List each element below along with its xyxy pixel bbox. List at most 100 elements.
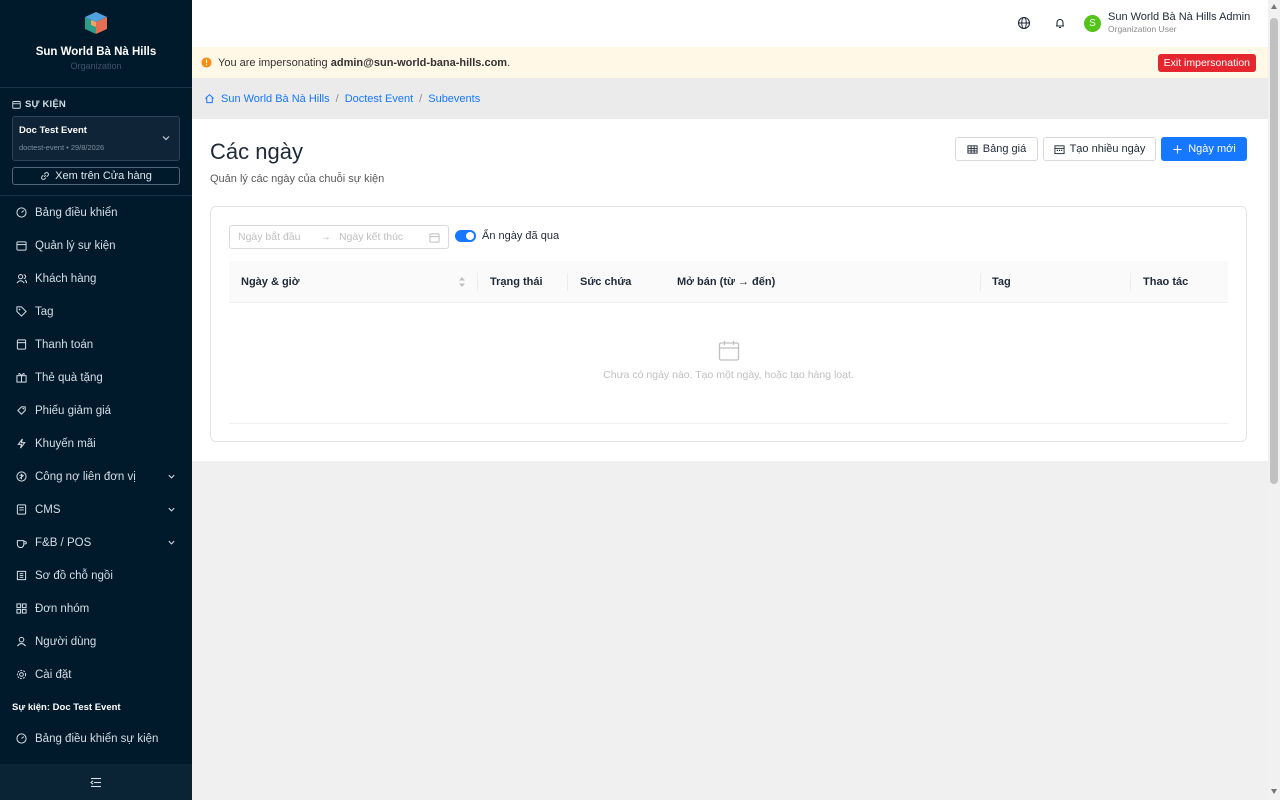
bulk-create-days-label: Tạo nhiều ngày xyxy=(1069,143,1146,155)
sidebar-item-fnb-pos[interactable]: F&B / POS xyxy=(0,526,192,559)
chevron-down-icon xyxy=(168,474,175,479)
link-icon xyxy=(41,172,50,180)
event-selector-meta: doctest-event • 29/8/2026 xyxy=(19,143,105,152)
section-label: SỰ KIỆN xyxy=(12,99,66,110)
calendar-grid-icon xyxy=(1054,144,1065,154)
sidebar-item-label: Khách hàng xyxy=(35,272,97,285)
column-date-time[interactable]: Ngày & giờ xyxy=(241,261,481,303)
home-icon[interactable] xyxy=(204,93,215,104)
view-in-store-label: Xem trên Cửa hàng xyxy=(55,170,152,182)
breadcrumb-organization[interactable]: Sun World Bà Nà Hills xyxy=(221,93,330,105)
sidebar-item-group-orders[interactable]: Đơn nhóm xyxy=(0,592,192,625)
sidebar-item-dashboard[interactable]: Bảng điều khiển xyxy=(0,196,192,229)
users-icon xyxy=(16,274,27,284)
empty-state: Chưa có ngày nào. Tạo một ngày, hoặc tạo… xyxy=(229,303,1228,424)
cms-icon xyxy=(16,504,27,515)
sidebar-item-seat-map[interactable]: Sơ đồ chỗ ngồi xyxy=(0,559,192,592)
sidebar: Sun World Bà Nà Hills Organization SỰ KI… xyxy=(0,0,192,800)
calendar-icon xyxy=(16,241,27,251)
hide-past-days-control: Ẩn ngày đã qua xyxy=(455,230,559,242)
sidebar-item-label: Người dùng xyxy=(35,635,97,648)
sidebar-collapse-button[interactable] xyxy=(0,764,192,800)
settings-icon xyxy=(16,669,27,680)
hide-past-days-toggle[interactable] xyxy=(455,230,476,242)
bulk-create-days-button[interactable]: Tạo nhiều ngày xyxy=(1043,137,1156,161)
column-label: Ngày & giờ xyxy=(241,276,300,288)
sidebar-item-inter-unit-debt[interactable]: Công nợ liên đơn vị xyxy=(0,460,192,493)
page-title: Các ngày xyxy=(210,139,303,164)
event-selector-name: Doc Test Event xyxy=(19,125,87,136)
page-subtitle: Quản lý các ngày của chuỗi sự kiện xyxy=(210,173,385,185)
new-day-label: Ngày mới xyxy=(1188,143,1236,155)
globe-icon[interactable] xyxy=(1017,16,1031,30)
hide-past-days-label: Ẩn ngày đã qua xyxy=(482,230,560,242)
seat-map-icon xyxy=(16,570,27,581)
sidebar-item-promotions[interactable]: Khuyến mãi xyxy=(0,427,192,460)
breadcrumb-separator: / xyxy=(335,92,339,105)
end-date-input[interactable]: Ngày kết thúc xyxy=(339,231,403,243)
toggle-knob xyxy=(466,232,474,240)
column-divider xyxy=(980,273,981,291)
user-menu[interactable]: S Sun World Bà Nà Hills Admin Organizati… xyxy=(1084,11,1250,34)
scroll-thumb[interactable] xyxy=(1270,18,1278,484)
scroll-up-arrow-icon[interactable] xyxy=(1271,4,1277,9)
sidebar-item-cms[interactable]: CMS xyxy=(0,493,192,526)
range-arrow-icon: → xyxy=(320,231,331,243)
price-table-button[interactable]: Bảng giá xyxy=(955,137,1038,161)
sidebar-item-label: Thẻ quà tặng xyxy=(35,371,103,384)
sidebar-item-label: Cài đặt xyxy=(35,668,72,681)
sort-icon[interactable] xyxy=(458,276,466,288)
gift-icon xyxy=(16,373,27,383)
page-scrollbar[interactable] xyxy=(1268,0,1280,800)
event-menu: Bảng điều khiển sự kiện xyxy=(0,722,192,755)
sidebar-item-customers[interactable]: Khách hàng xyxy=(0,262,192,295)
sidebar-item-payment[interactable]: Thanh toán xyxy=(0,328,192,361)
sidebar-menu: Bảng điều khiển Quản lý sự kiện Khách hà… xyxy=(0,196,192,691)
chevron-down-icon xyxy=(168,540,175,545)
chevron-down-icon xyxy=(162,136,170,141)
days-card: Ngày bắt đầu → Ngày kết thúc Ẩn ngày đã … xyxy=(210,206,1247,442)
brand-subtitle: Organization xyxy=(70,61,122,71)
banner-email: admin@sun-world-bana-hills.com xyxy=(330,56,508,69)
column-divider xyxy=(477,273,478,291)
sidebar-item-users[interactable]: Người dùng xyxy=(0,625,192,658)
sidebar-item-label: Công nợ liên đơn vị xyxy=(35,470,136,483)
sidebar-item-label: Quản lý sự kiện xyxy=(35,239,116,252)
impersonation-banner: You are impersonating admin@sun-world-ba… xyxy=(192,47,1268,78)
bell-icon[interactable] xyxy=(1053,16,1067,30)
column-label: Mở bán (từ → đến) xyxy=(677,276,776,288)
sidebar-item-tag[interactable]: Tag xyxy=(0,295,192,328)
scroll-down-arrow-icon[interactable] xyxy=(1271,789,1277,794)
breadcrumb-subevents[interactable]: Subevents xyxy=(428,93,480,105)
calendar-icon xyxy=(429,233,440,243)
date-range-picker[interactable]: Ngày bắt đầu → Ngày kết thúc xyxy=(229,225,449,249)
sidebar-item-label: Khuyến mãi xyxy=(35,437,96,450)
column-capacity: Sức chứa xyxy=(580,261,631,303)
banner-suffix: . xyxy=(507,56,511,69)
breadcrumb-event[interactable]: Doctest Event xyxy=(345,93,413,105)
table-header: Ngày & giờ Trạng thái Sức chứa Mở bán (t… xyxy=(229,261,1228,303)
start-date-input[interactable]: Ngày bắt đầu xyxy=(238,231,300,243)
sidebar-item-gift-cards[interactable]: Thẻ quà tặng xyxy=(0,361,192,394)
column-divider xyxy=(1130,273,1131,291)
breadcrumb-separator: / xyxy=(419,92,423,105)
sidebar-item-label: Tag xyxy=(35,305,54,318)
price-table-label: Bảng giá xyxy=(982,143,1027,155)
sidebar-item-coupons[interactable]: Phiếu giảm giá xyxy=(0,394,192,427)
new-day-button[interactable]: Ngày mới xyxy=(1161,137,1247,161)
table-icon xyxy=(967,144,978,154)
event-selector[interactable]: Doc Test Event doctest-event • 29/8/2026 xyxy=(12,116,180,161)
sidebar-item-settings[interactable]: Cài đặt xyxy=(0,658,192,691)
user-icon xyxy=(16,636,27,647)
exit-impersonation-button[interactable]: Exit impersonation xyxy=(1157,54,1256,72)
sidebar-item-label: Sơ đồ chỗ ngồi xyxy=(35,569,113,582)
sidebar-item-event-dashboard[interactable]: Bảng điều khiển sự kiện xyxy=(0,722,192,755)
sidebar-item-label: Bảng điều khiển sự kiện xyxy=(35,732,159,745)
sidebar-item-event-management[interactable]: Quản lý sự kiện xyxy=(0,229,192,262)
brand-name: Sun World Bà Nà Hills xyxy=(35,46,157,58)
column-label: Trạng thái xyxy=(490,276,543,288)
calendar-icon xyxy=(12,101,21,109)
brand[interactable]: Sun World Bà Nà Hills Organization xyxy=(0,0,192,88)
tag-icon xyxy=(16,306,27,317)
view-in-store-button[interactable]: Xem trên Cửa hàng xyxy=(12,167,180,185)
